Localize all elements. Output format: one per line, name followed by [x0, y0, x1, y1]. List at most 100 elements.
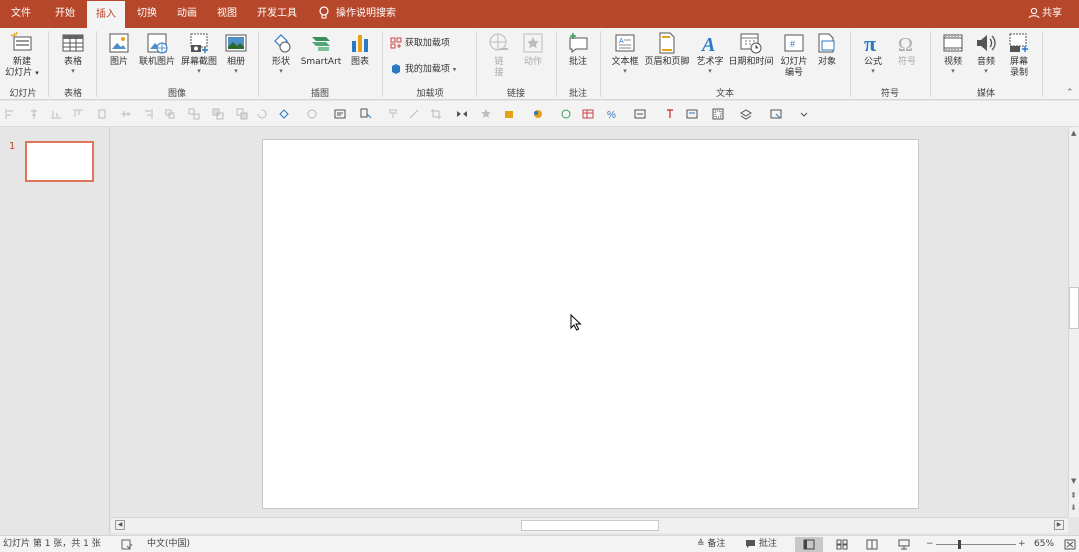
tab-view[interactable]: 视图: [208, 0, 246, 28]
fit-to-window-icon[interactable]: [1064, 539, 1076, 550]
equation-button[interactable]: π 公式 ▾: [858, 31, 888, 75]
audio-button[interactable]: 音频 ▾: [970, 31, 1002, 75]
album-button[interactable]: 相册 ▾: [222, 31, 250, 75]
reading-view-icon[interactable]: [866, 539, 878, 550]
circle-green-icon[interactable]: [560, 108, 572, 120]
align-top-icon[interactable]: [72, 108, 84, 120]
layout-icon[interactable]: [712, 108, 724, 120]
slide-thumbnail[interactable]: [25, 141, 94, 182]
scroll-up-icon[interactable]: ▲: [1071, 129, 1076, 137]
scroll-down-icon[interactable]: ▼: [1071, 477, 1076, 485]
vertical-scroll-thumb[interactable]: [1069, 287, 1079, 329]
vertical-scrollbar[interactable]: ▲ ▼ ⇞ ⇟: [1068, 127, 1079, 517]
tell-me-label: 操作说明搜索: [336, 8, 396, 19]
text-align-icon[interactable]: [686, 108, 698, 120]
group-objects-icon[interactable]: [164, 108, 176, 120]
eyedropper-icon[interactable]: [408, 108, 420, 120]
shapes-button[interactable]: 形状 ▾: [266, 31, 296, 75]
format-painter-icon[interactable]: [388, 108, 400, 120]
layers-icon[interactable]: [740, 108, 752, 120]
my-addins-button[interactable]: 我的加载项 ▾: [390, 63, 472, 76]
zoom-out-icon[interactable]: −: [926, 536, 934, 552]
get-addins-button[interactable]: 获取加载项: [390, 37, 470, 50]
formula-box-icon[interactable]: [634, 108, 646, 120]
shape-fill-icon[interactable]: [278, 108, 290, 120]
tab-transitions[interactable]: 切换: [128, 0, 166, 28]
screenshot-button[interactable]: 屏幕截图 ▾: [178, 31, 220, 75]
collapse-ribbon-icon[interactable]: ⌃: [1066, 88, 1074, 98]
zoom-slider-thumb[interactable]: [958, 540, 961, 549]
comment-button[interactable]: 批注: [562, 31, 594, 68]
chart-button[interactable]: 图表: [346, 31, 374, 68]
smartart-button[interactable]: SmartArt: [298, 31, 344, 68]
comment-label: 批注: [568, 57, 587, 67]
tab-developer[interactable]: 开发工具: [250, 0, 304, 28]
textbox-button[interactable]: A 文本框 ▾: [608, 31, 642, 75]
horizontal-scrollbar[interactable]: ◀ ▶: [111, 517, 1068, 533]
ungroup-icon[interactable]: [188, 108, 200, 120]
send-backward-icon[interactable]: [236, 108, 248, 120]
video-button[interactable]: 视频 ▾: [938, 31, 968, 75]
tab-file[interactable]: 文件: [2, 0, 40, 28]
slide-number-button[interactable]: # 幻灯片 编号: [778, 31, 810, 79]
tab-insert[interactable]: 插入: [87, 0, 125, 29]
date-time-button[interactable]: 日期和时间: [726, 31, 776, 68]
header-footer-button[interactable]: 页眉和页脚: [642, 31, 692, 68]
customize-toolbar-icon[interactable]: [798, 108, 810, 120]
online-picture-button[interactable]: 联机图片: [136, 31, 178, 68]
notes-button[interactable]: ≙ 备注: [697, 536, 725, 552]
align-left-icon[interactable]: [4, 108, 16, 120]
video-label: 视频: [943, 57, 962, 67]
table-button[interactable]: 表格 ▾: [56, 31, 90, 75]
crop-icon[interactable]: [430, 108, 442, 120]
align-middle-icon[interactable]: [120, 108, 132, 120]
next-slide-icon[interactable]: ⇟: [1070, 503, 1077, 512]
spellcheck-icon[interactable]: [121, 539, 133, 550]
percent-icon[interactable]: %: [606, 108, 618, 120]
fill-color-icon[interactable]: [504, 108, 516, 120]
tab-home[interactable]: 开始: [46, 0, 84, 28]
text-direction-icon[interactable]: [664, 108, 676, 120]
flip-icon[interactable]: [456, 108, 468, 120]
picture-icon: [109, 33, 129, 53]
rotate-icon[interactable]: [256, 108, 268, 120]
group-separator: [476, 31, 477, 97]
screen-recording-button[interactable]: 屏幕 录制: [1004, 31, 1034, 79]
table-style-icon[interactable]: [582, 108, 594, 120]
slide-size-icon[interactable]: [770, 108, 782, 120]
wordart-button[interactable]: A 艺术字 ▾: [694, 31, 726, 75]
slide-canvas[interactable]: [262, 139, 919, 509]
group-label-comments: 批注: [568, 89, 587, 99]
action-button[interactable]: 动作: [518, 31, 548, 68]
slide-sorter-icon[interactable]: [836, 539, 848, 550]
picture-button[interactable]: 图片: [104, 31, 134, 68]
scroll-left-icon[interactable]: ◀: [115, 520, 125, 530]
object-button[interactable]: 对象: [812, 31, 842, 68]
zoom-slider[interactable]: [936, 544, 1016, 545]
horizontal-scroll-thumb[interactable]: [521, 520, 659, 531]
theme-color-icon[interactable]: [532, 108, 544, 120]
shape-outline-icon[interactable]: [306, 108, 318, 120]
comments-button[interactable]: 批注: [745, 536, 777, 552]
zoom-in-icon[interactable]: +: [1018, 536, 1026, 552]
slideshow-icon[interactable]: [898, 539, 910, 550]
zoom-level[interactable]: 65%: [1034, 536, 1054, 552]
align-center-icon[interactable]: [28, 108, 40, 120]
previous-slide-icon[interactable]: ⇞: [1070, 491, 1077, 500]
language-status[interactable]: 中文(中国): [147, 536, 190, 552]
tell-me-search[interactable]: 操作说明搜索: [318, 0, 396, 28]
symbol-button[interactable]: Ω 符号: [892, 31, 922, 68]
normal-view-button[interactable]: [795, 537, 823, 552]
scroll-right-icon[interactable]: ▶: [1054, 520, 1064, 530]
link-button[interactable]: 链 接: [484, 31, 514, 79]
selection-pane-icon[interactable]: [360, 108, 372, 120]
align-right-icon[interactable]: [142, 108, 154, 120]
new-slide-button[interactable]: 新建 幻灯片 ▾: [4, 31, 40, 79]
share-button[interactable]: 共享: [1028, 0, 1062, 28]
text-box-small-icon[interactable]: [334, 108, 346, 120]
align-bottom-icon[interactable]: [50, 108, 62, 120]
distribute-icon[interactable]: [96, 108, 108, 120]
bring-forward-icon[interactable]: [212, 108, 224, 120]
tab-animations[interactable]: 动画: [168, 0, 206, 28]
star-icon[interactable]: [480, 108, 492, 120]
